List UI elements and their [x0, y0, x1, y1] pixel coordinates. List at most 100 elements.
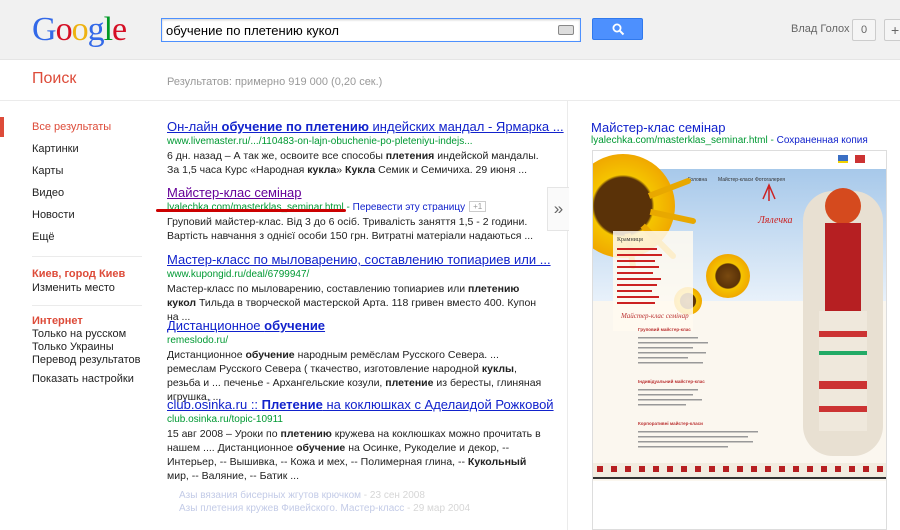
google-logo[interactable]: Google: [32, 11, 127, 48]
cached-copy-link[interactable]: Сохраненная копия: [777, 135, 868, 146]
chevron-right-icon: »: [553, 199, 564, 218]
change-location-link[interactable]: Изменить место: [32, 282, 115, 294]
divider: [0, 100, 900, 101]
result-snippet: Груповий майстер-клас. Від 3 до 6 осіб. …: [167, 216, 534, 242]
snippet-highlight: Кукольный: [467, 456, 527, 468]
snippet-highlight: плетение: [385, 377, 434, 389]
logo-letter: o: [71, 11, 89, 48]
nav-maps[interactable]: Карты: [32, 165, 63, 177]
snippet-highlight: обучение: [296, 442, 346, 454]
sublink-text: Азы вязания бисерных жгутов крючком: [179, 490, 362, 501]
show-settings-link[interactable]: Показать настройки: [32, 373, 134, 385]
snippet-text: 15 авг 2008 – Уроки по: [167, 428, 281, 440]
sublinks: Азы вязания бисерных жгутов крючком - 23…: [167, 489, 547, 515]
result-title-link[interactable]: Мастер-класс по мыловарению, составлению…: [167, 252, 551, 268]
sublink-text: Азы плетения кружев Фивейского. Мастер-к…: [179, 503, 405, 514]
search-icon: [612, 23, 625, 36]
snippet-highlight: куклы: [481, 363, 515, 375]
title-text: club.osinka.ru ::: [167, 397, 262, 412]
result-title-link[interactable]: Дистанционное обучение: [167, 318, 547, 334]
nav-divider: [32, 256, 142, 257]
result-url: www.kupongid.ru/deal/6799947/: [167, 269, 310, 280]
result-snippet: 6 дн. назад – А так же, освоите все спос…: [167, 149, 547, 177]
search-result: Дистанционное обучение remeslodo.ru/ Дис…: [167, 318, 547, 404]
logo-letter: G: [32, 11, 57, 48]
result-snippet: 15 авг 2008 – Уроки по плетению кружева …: [167, 427, 547, 483]
logo-letter: o: [55, 11, 73, 48]
site-section-heading: Індивідуальний майстер-клас: [638, 378, 705, 384]
translate-link[interactable]: Перевести эту страницу: [353, 202, 465, 213]
plus-one-button[interactable]: +1: [469, 201, 487, 212]
user-name[interactable]: Влад Голох: [791, 23, 849, 35]
search-input[interactable]: [166, 22, 546, 39]
snippet-highlight: Кукла: [345, 164, 376, 176]
location-label: Киев, город Киев: [32, 268, 126, 280]
logo-letter: e: [112, 11, 127, 48]
svg-text:Майстер-класи: Майстер-класи: [718, 176, 753, 183]
site-logo-text: Лялечка: [757, 215, 793, 226]
result-snippet: Дистанционное обучение народным ремёслам…: [167, 348, 547, 404]
title-text: на коклюшках с Аделаидой Рожковой: [322, 397, 554, 412]
snippet-text: Семик и Семичиха. 29 июня ...: [375, 164, 528, 176]
preview-url-text: lyalechka.com/masterklas_seminar.html: [591, 135, 768, 146]
internet-heading: Интернет: [32, 315, 83, 327]
nav-images[interactable]: Картинки: [32, 143, 79, 155]
filter-russian-only[interactable]: Только на русском: [32, 328, 126, 340]
notification-count[interactable]: 0: [852, 19, 876, 41]
title-text: Он-лайн: [167, 119, 222, 134]
svg-text:Фотогалерея: Фотогалерея: [755, 177, 785, 183]
top-bar: Google Влад Голох 0 +: [0, 0, 900, 60]
site-heading: Майстер-клас семінар: [620, 312, 689, 320]
result-url: club.osinka.ru/topic-10911: [167, 414, 283, 425]
share-button[interactable]: +: [884, 19, 900, 41]
preview-title-link[interactable]: Майстер-клас семінар: [591, 120, 726, 135]
snippet-text: 6 дн. назад – А так же, освоите все спос…: [167, 150, 386, 162]
nav-video[interactable]: Видео: [32, 187, 64, 199]
svg-text:Головна: Головна: [688, 177, 707, 183]
snippet-highlight: плетения: [385, 150, 435, 162]
results-stats: Результатов: примерно 919 000 (0,20 сек.…: [167, 76, 383, 88]
nav-all-results[interactable]: Все результаты: [32, 121, 111, 133]
filter-ukraine-only[interactable]: Только Украины: [32, 341, 114, 353]
title-highlight: обучение по плетению: [221, 119, 369, 134]
snippet-highlight: плетению: [280, 428, 332, 440]
result-url: www.livemaster.ru/.../110483-on-lajn-obu…: [167, 136, 473, 147]
preview-divider: [567, 101, 568, 530]
search-button[interactable]: [592, 18, 643, 40]
result-url: lyalechka.com/masterklas_seminar.html - …: [167, 201, 547, 215]
active-nav-marker: [0, 117, 4, 137]
search-section-label: Поиск: [32, 70, 77, 87]
page-preview-image[interactable]: Головна Майстер-класи Фотогалерея Лялечк…: [592, 150, 887, 530]
annotation-underline: [156, 209, 346, 212]
result-title-link[interactable]: Он-лайн обучение по плетению индейских м…: [167, 119, 564, 135]
title-text: индейских мандал - Ярмарка ...: [368, 119, 564, 134]
snippet-text: »: [336, 164, 346, 176]
nav-divider: [32, 305, 142, 306]
sublink[interactable]: Азы плетения кружев Фивейского. Мастер-к…: [179, 502, 547, 515]
nav-more[interactable]: Ещё: [32, 231, 55, 243]
result-title-link[interactable]: club.osinka.ru :: Плетение на коклюшках …: [167, 397, 554, 413]
keyboard-icon[interactable]: [558, 25, 574, 35]
result-title-link[interactable]: Майстер-клас семінар: [167, 185, 547, 201]
sublink-date: - 29 мар 2004: [404, 503, 471, 514]
search-result: Майстер-клас семінар lyalechka.com/maste…: [167, 185, 547, 243]
search-box[interactable]: [161, 18, 581, 42]
title-highlight: Плетение: [261, 397, 323, 412]
title-text: Дистанционное: [167, 318, 265, 333]
snippet-highlight: обучение: [245, 349, 295, 361]
logo-letter: g: [87, 11, 105, 48]
preview-toggle-button[interactable]: »: [547, 187, 569, 231]
title-highlight: обучение: [264, 318, 326, 333]
filter-translate-results[interactable]: Перевод результатов: [32, 354, 140, 366]
snippet-text: Дистанционное: [167, 349, 246, 361]
site-nav-label: Крамниця: [617, 237, 643, 243]
preview-url: lyalechka.com/masterklas_seminar.html - …: [591, 135, 868, 146]
search-result: Мастер-класс по мыловарению, составлению…: [167, 252, 551, 324]
search-result: Он-лайн обучение по плетению индейских м…: [167, 119, 564, 177]
snippet-highlight: кукла: [307, 164, 337, 176]
snippet-text: мир, -- Валяние, -- Батик ...: [167, 470, 300, 482]
logo-letter: l: [103, 11, 114, 48]
sublink[interactable]: Азы вязания бисерных жгутов крючком - 23…: [179, 489, 547, 502]
nav-news[interactable]: Новости: [32, 209, 75, 221]
snippet-text: Мастер-класс по мыловарению, составлению…: [167, 283, 469, 295]
